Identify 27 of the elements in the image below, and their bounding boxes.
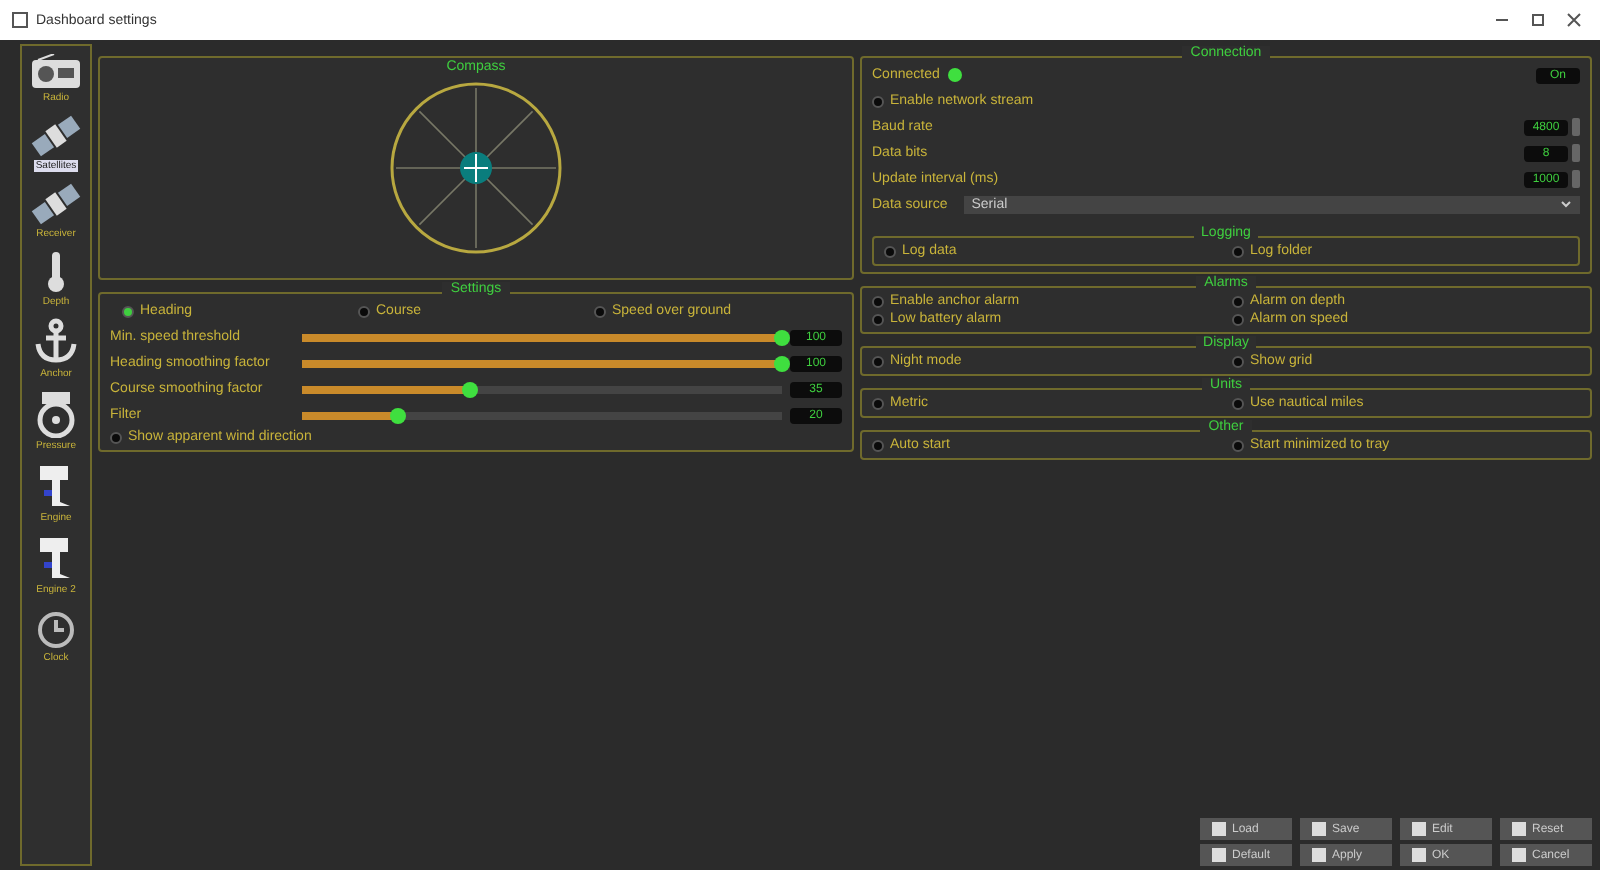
slider[interactable] xyxy=(302,385,782,393)
clock-icon xyxy=(36,606,76,650)
checkbox[interactable] xyxy=(872,313,884,325)
chevron-down-icon xyxy=(1560,198,1572,210)
checkbox[interactable] xyxy=(1232,295,1244,307)
checkbox[interactable] xyxy=(122,305,134,317)
satellite-icon xyxy=(30,182,82,226)
checkbox[interactable] xyxy=(872,295,884,307)
checkbox[interactable] xyxy=(358,305,370,317)
thermometer-icon xyxy=(42,250,70,294)
anchor-icon xyxy=(32,318,80,366)
checkbox[interactable] xyxy=(594,305,606,317)
checkbox[interactable] xyxy=(1232,313,1244,325)
checkbox[interactable] xyxy=(872,397,884,409)
checkbox[interactable] xyxy=(872,95,884,107)
radio-icon xyxy=(30,54,82,90)
checkbox[interactable] xyxy=(1232,397,1244,409)
gauge-icon xyxy=(34,390,78,438)
checkbox[interactable] xyxy=(110,431,122,443)
checkbox[interactable] xyxy=(1232,245,1244,257)
checkbox[interactable] xyxy=(884,245,896,257)
app-icon xyxy=(12,12,28,28)
checkbox[interactable] xyxy=(872,439,884,451)
checkbox[interactable] xyxy=(1232,439,1244,451)
satellite-icon xyxy=(30,114,82,158)
checkbox[interactable] xyxy=(872,355,884,367)
checkbox[interactable] xyxy=(1232,355,1244,367)
